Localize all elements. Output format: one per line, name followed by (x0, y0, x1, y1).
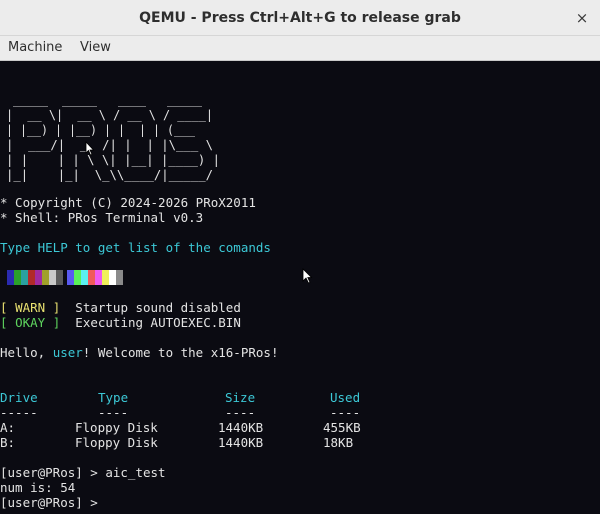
color-swatch (109, 270, 116, 285)
table-cell: 18KB (323, 435, 354, 450)
color-palette-bright (67, 270, 123, 285)
logo-row: | |__) | |__) | | | | (___ (6, 122, 195, 137)
color-swatch (102, 270, 109, 285)
mouse-cursor-icon (85, 141, 95, 156)
table-separator: ----- (0, 405, 38, 420)
copyright-line: * Copyright (C) 2024-2026 PRoX2011 (0, 195, 256, 210)
welcome-prefix: Hello, (0, 345, 53, 360)
logo-row: |_| |_| \_\\____/|_____/ (6, 167, 213, 182)
status-message: Startup sound disabled (75, 300, 241, 315)
table-separator: ---- (98, 405, 129, 420)
table-cell: Floppy Disk (75, 435, 158, 450)
shell-version-line: * Shell: PRos Terminal v0.3 (0, 210, 204, 225)
mouse-pointer-icon (302, 268, 313, 284)
close-icon[interactable]: × (570, 6, 594, 30)
title-bar[interactable]: QEMU - Press Ctrl+Alt+G to release grab … (0, 0, 600, 36)
table-header-type: Type (98, 390, 129, 405)
window-title: QEMU - Press Ctrl+Alt+G to release grab (139, 10, 461, 26)
table-cell: B: (0, 435, 16, 450)
color-swatch (81, 270, 88, 285)
logo-row: | | | | \ \| |__| |____) | (6, 152, 220, 167)
pros-ascii-logo: _____ _____ ____ _____ | __ \| __ \ / __… (6, 92, 220, 182)
output-line: num is: 54 (0, 480, 76, 495)
menu-bar: Machine View (0, 36, 600, 61)
welcome-line: Hello, user! Welcome to the x16-PRos! (0, 345, 278, 360)
color-swatch (21, 270, 28, 285)
help-hint-line: Type HELP to get list of the comands (0, 240, 271, 255)
status-line-okay: [ OKAY ] Executing AUTOEXEC.BIN (0, 315, 241, 330)
prompt-line[interactable]: [user@PRos] > (0, 495, 98, 510)
table-header-used: Used (330, 390, 361, 405)
welcome-user: user (52, 345, 83, 360)
color-swatch (7, 270, 14, 285)
color-swatch (49, 270, 56, 285)
color-swatch (28, 270, 35, 285)
qemu-window: QEMU - Press Ctrl+Alt+G to release grab … (0, 0, 600, 514)
logo-row: _____ _____ ____ _____ (6, 92, 202, 107)
welcome-suffix: ! Welcome to the x16-PRos! (82, 345, 279, 360)
color-swatch (35, 270, 42, 285)
color-swatch (14, 270, 21, 285)
status-tag: OKAY (15, 315, 46, 330)
table-cell: A: (0, 420, 16, 435)
color-swatch (74, 270, 81, 285)
table-separator: ---- (330, 405, 361, 420)
status-message: Executing AUTOEXEC.BIN (75, 315, 241, 330)
table-cell: Floppy Disk (75, 420, 158, 435)
table-cell: 1440KB (218, 435, 264, 450)
status-line-warn: [ WARN ] Startup sound disabled (0, 300, 241, 315)
table-header-size: Size (225, 390, 256, 405)
color-swatch (95, 270, 102, 285)
table-cell: 1440KB (218, 420, 264, 435)
logo-row: | __ \| __ \ / __ \ / ____| (6, 107, 213, 122)
color-swatch (56, 270, 63, 285)
color-palette-dark (7, 270, 63, 285)
color-swatch (42, 270, 49, 285)
color-swatch (116, 270, 123, 285)
status-tag: WARN (15, 300, 46, 315)
logo-row: | ___/| _ /| | | |\___ \ (6, 137, 213, 152)
menu-view[interactable]: View (80, 36, 111, 60)
table-cell: 455KB (323, 420, 361, 435)
table-header-drive: Drive (0, 390, 38, 405)
menu-machine[interactable]: Machine (8, 36, 62, 60)
color-swatch (67, 270, 74, 285)
table-separator: ---- (225, 405, 256, 420)
command-line: [user@PRos] > aic_test (0, 465, 166, 480)
color-swatch (88, 270, 95, 285)
terminal-screen[interactable]: _____ _____ ____ _____ | __ \| __ \ / __… (0, 61, 600, 514)
